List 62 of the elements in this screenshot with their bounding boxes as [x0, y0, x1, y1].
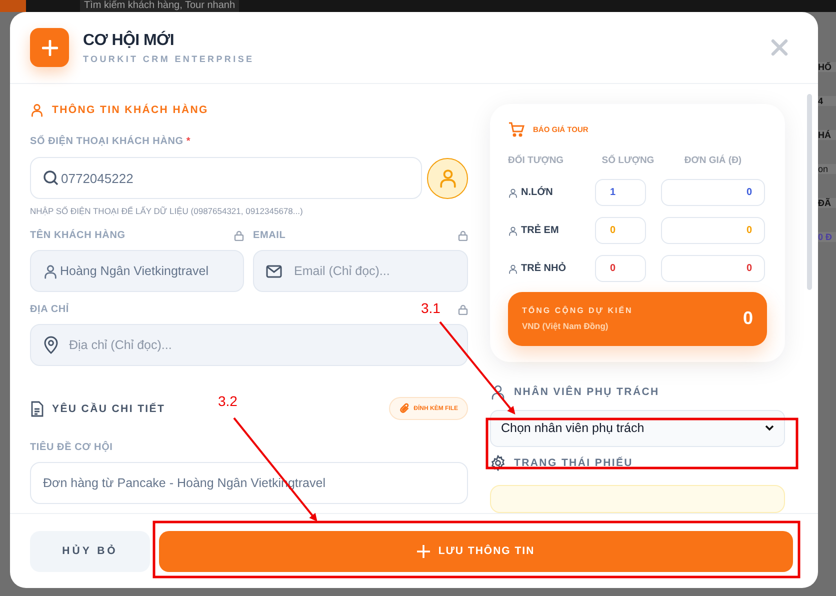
- paperclip-icon: [398, 403, 410, 414]
- column-header: ĐƠN GIÁ (Đ): [683, 155, 743, 166]
- save-button[interactable]: LƯU THÔNG TIN: [159, 530, 793, 572]
- phone-field[interactable]: 0772045222: [30, 157, 422, 199]
- section-heading: NHÂN VIÊN PHỤ TRÁCH: [514, 386, 660, 398]
- annotation-label: 3.2: [218, 393, 238, 409]
- close-button[interactable]: [771, 39, 788, 56]
- location-pin-icon: [43, 336, 59, 354]
- column-header: ĐỐI TƯỢNG: [508, 155, 565, 166]
- search-icon: [43, 170, 59, 186]
- background-text: 4: [818, 96, 836, 106]
- annotation-label: 3.1: [421, 300, 440, 316]
- price-field[interactable]: 0: [661, 179, 765, 206]
- section-heading: TRẠNG THÁI PHIẾU: [514, 456, 633, 469]
- dialog-title: CƠ HỘI MỚI: [83, 32, 175, 50]
- person-icon: [438, 168, 458, 188]
- cart-icon: [508, 122, 525, 137]
- dialog-subtitle: TOURKIT CRM ENTERPRISE: [83, 54, 256, 64]
- field-label: TÊN KHÁCH HÀNG: [30, 230, 126, 240]
- background-text: on: [818, 164, 836, 174]
- address-field[interactable]: Địa chỉ (Chỉ đọc)...: [30, 324, 468, 366]
- currency-label: VND (Việt Nam Đồng): [522, 321, 610, 332]
- person-icon: [43, 264, 58, 278]
- total-label: TỔNG CỘNG DỰ KIẾN: [522, 306, 633, 316]
- person-icon: [508, 226, 518, 236]
- passenger-type-label: N.LỚN: [508, 187, 595, 198]
- scrollbar[interactable]: [807, 94, 812, 290]
- staff-select[interactable]: Chọn nhân viên phụ trách: [490, 410, 785, 447]
- plus-icon: [417, 544, 430, 558]
- name-field[interactable]: Hoàng Ngân Vietkingtravel: [30, 250, 244, 292]
- field-label: SỐ ĐIỆN THOẠI KHÁCH HÀNG *: [30, 136, 191, 146]
- background-text: HÁ: [818, 130, 836, 140]
- person-icon: [30, 103, 44, 117]
- plus-icon: [30, 28, 69, 67]
- background-text: HỐ: [818, 62, 836, 72]
- mail-icon: [266, 264, 282, 278]
- quantity-field[interactable]: 1: [595, 179, 646, 206]
- passenger-type-label: TRẺ EM: [508, 225, 595, 236]
- phone-hint: NHẬP SỐ ĐIỆN THOẠI ĐỂ LẤY DỮ LIỆU (0987654321, 0912345678...): [30, 206, 304, 216]
- cancel-button[interactable]: HỦY BỎ: [30, 530, 150, 572]
- search-field[interactable]: Tìm kiếm khách hàng, Tour nhanh: [80, 0, 240, 12]
- sidebar-strip: [0, 0, 26, 12]
- total-amount: 0: [742, 308, 753, 330]
- field-label: ĐỊA CHỈ: [30, 304, 69, 314]
- document-icon: [30, 400, 44, 416]
- quantity-field[interactable]: 0: [595, 255, 646, 282]
- field-label: EMAIL: [253, 230, 286, 240]
- person-icon: [508, 188, 518, 198]
- section-heading: THÔNG TIN KHÁCH HÀNG: [52, 104, 208, 116]
- section-heading: YÊU CẦU CHI TIẾT: [52, 402, 166, 414]
- column-header: SỐ LƯỢNG: [600, 155, 656, 166]
- price-field[interactable]: 0: [661, 255, 765, 282]
- person-icon: [490, 384, 506, 400]
- field-label: TIÊU ĐỀ CƠ HỘI: [30, 442, 113, 452]
- background-text: ĐÃ: [818, 198, 836, 208]
- email-field[interactable]: Email (Chỉ đọc)...: [253, 250, 468, 292]
- person-icon: [508, 264, 518, 274]
- settings-icon: [490, 454, 506, 471]
- passenger-type-label: TRẺ NHỎ: [508, 263, 595, 274]
- customer-avatar-button[interactable]: [427, 158, 468, 198]
- chevron-down-icon: [765, 425, 774, 432]
- background-text: 0 Đ: [818, 232, 836, 242]
